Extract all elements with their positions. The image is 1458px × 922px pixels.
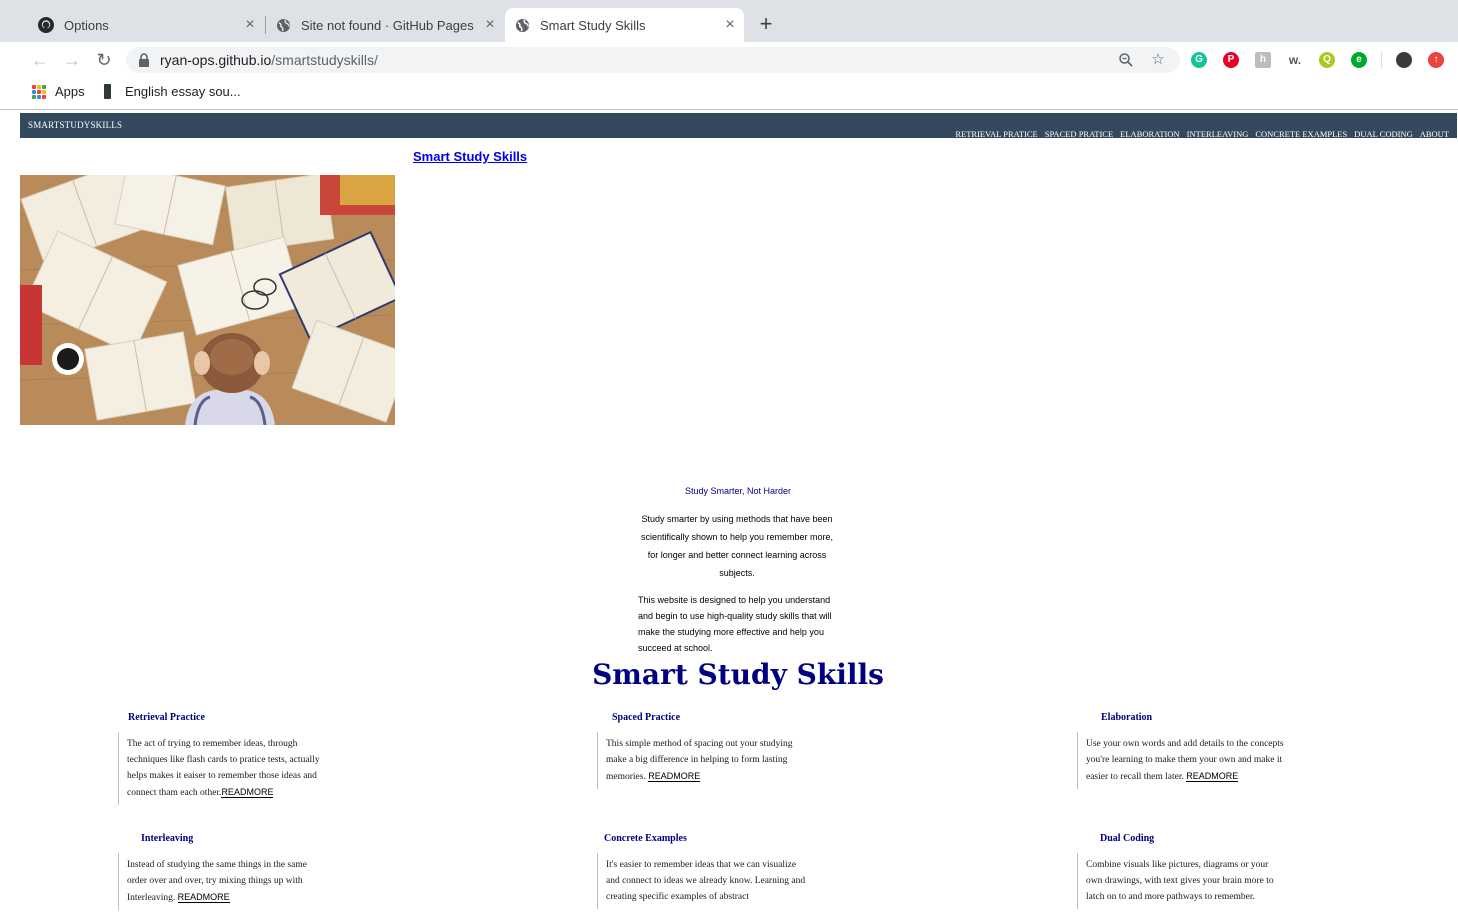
nav-interleaving[interactable]: INTERLEAVING bbox=[1187, 129, 1249, 139]
readmore-link[interactable]: READMORE bbox=[177, 892, 230, 903]
bookmark-favicon bbox=[104, 84, 111, 99]
toolbar-divider bbox=[1381, 52, 1382, 68]
grammarly-icon[interactable]: G bbox=[1191, 52, 1207, 68]
tab-title: Site not found · GitHub Pages bbox=[301, 17, 474, 33]
close-icon[interactable]: × bbox=[722, 17, 738, 33]
card-body: The act of trying to remember ideas, thr… bbox=[118, 732, 328, 805]
nav-retrieval-practice[interactable]: RETRIEVAL PRATICE bbox=[955, 129, 1037, 139]
apps-grid-icon bbox=[32, 84, 46, 99]
url-text: ryan-ops.github.io/smartstudyskills/ bbox=[160, 52, 378, 68]
reload-button[interactable]: ↻ bbox=[94, 50, 114, 70]
evernote-icon[interactable]: e bbox=[1351, 52, 1367, 68]
bookmarks-bar: Apps English essay sou... bbox=[0, 78, 1458, 110]
tab-title: Options bbox=[64, 17, 109, 33]
site-brand[interactable]: SMARTSTUDYSKILLS bbox=[28, 120, 122, 130]
card-body: Instead of studying the same things in t… bbox=[118, 853, 328, 910]
hypothesis-icon[interactable]: h bbox=[1255, 52, 1271, 68]
card-body: This simple method of spacing out your s… bbox=[597, 732, 807, 789]
card-text: It's easier to remember ideas that we ca… bbox=[606, 860, 806, 902]
card-title: Interleaving bbox=[141, 833, 194, 844]
profile-avatar[interactable] bbox=[1396, 52, 1412, 68]
nav-concrete-examples[interactable]: CONCRETE EXAMPLES bbox=[1255, 129, 1347, 139]
nav-about[interactable]: ABOUT bbox=[1420, 129, 1449, 139]
pinterest-icon[interactable]: P bbox=[1223, 52, 1239, 68]
tagline: Study Smarter, Not Harder bbox=[684, 486, 792, 496]
bookmark-label: Apps bbox=[55, 84, 85, 99]
close-icon[interactable]: × bbox=[482, 17, 498, 33]
globe-icon bbox=[515, 18, 530, 33]
nav-dual-coding[interactable]: DUAL CODING bbox=[1354, 129, 1412, 139]
site-navbar: SMARTSTUDYSKILLS RETRIEVAL PRATICE SPACE… bbox=[20, 113, 1457, 139]
globe-icon bbox=[276, 18, 291, 33]
page-title: Smart Study Skills bbox=[592, 658, 884, 691]
bookmark-english-essay[interactable]: English essay sou... bbox=[104, 84, 241, 99]
card-title: Elaboration bbox=[1101, 712, 1153, 723]
new-tab-button[interactable]: + bbox=[754, 12, 778, 36]
nav-elaboration[interactable]: ELABORATION bbox=[1120, 129, 1180, 139]
forward-button[interactable]: → bbox=[62, 50, 82, 70]
hero-link[interactable]: Smart Study Skills bbox=[413, 149, 527, 164]
address-bar[interactable]: ryan-ops.github.io/smartstudyskills/ ☆ bbox=[126, 47, 1180, 73]
card-title: Concrete Examples bbox=[604, 833, 687, 844]
url-path: /smartstudyskills/ bbox=[271, 52, 378, 68]
tab-smart-study-skills[interactable]: Smart Study Skills × bbox=[505, 8, 744, 42]
back-button[interactable]: ← bbox=[30, 50, 50, 70]
bookmark-label: English essay sou... bbox=[125, 84, 241, 99]
card-body: Use your own words and add details to th… bbox=[1077, 732, 1287, 789]
upload-icon[interactable]: ↑ bbox=[1428, 52, 1444, 68]
wikiwand-icon[interactable]: w. bbox=[1287, 52, 1303, 68]
card-text: Combine visuals like pictures, diagrams … bbox=[1086, 860, 1274, 902]
lock-icon bbox=[138, 53, 150, 67]
readmore-link[interactable]: READMORE bbox=[221, 787, 274, 798]
bookmark-apps[interactable]: Apps bbox=[32, 84, 85, 99]
bookmark-star-icon[interactable]: ☆ bbox=[1150, 52, 1166, 68]
tab-strip: Options × Site not found · GitHub Pages … bbox=[0, 0, 1458, 42]
card-body: It's easier to remember ideas that we ca… bbox=[597, 853, 807, 909]
card-title: Retrieval Practice bbox=[128, 712, 205, 723]
card-title: Dual Coding bbox=[1100, 833, 1155, 844]
url-host: ryan-ops.github.io bbox=[160, 52, 272, 68]
tab-site-not-found[interactable]: Site not found · GitHub Pages × bbox=[266, 8, 504, 42]
card-body: Combine visuals like pictures, diagrams … bbox=[1077, 853, 1287, 909]
site-nav: RETRIEVAL PRATICE SPACED PRATICE ELABORA… bbox=[955, 129, 1449, 139]
hero-image bbox=[20, 175, 395, 425]
tab-options[interactable]: Options × bbox=[28, 8, 264, 42]
intro-paragraph-2: This website is designed to help you und… bbox=[638, 595, 832, 653]
nav-spaced-practice[interactable]: SPACED PRATICE bbox=[1045, 129, 1113, 139]
intro-paragraph: Study smarter by using methods that have… bbox=[640, 514, 834, 578]
close-icon[interactable]: × bbox=[242, 17, 258, 33]
card-title: Spaced Practice bbox=[612, 712, 681, 723]
readmore-link[interactable]: READMORE bbox=[1186, 771, 1239, 782]
browser-toolbar: ← → ↻ ryan-ops.github.io/smartstudyskill… bbox=[0, 42, 1458, 78]
quip-icon[interactable]: Q bbox=[1319, 52, 1335, 68]
github-icon bbox=[38, 17, 54, 33]
tab-title: Smart Study Skills bbox=[540, 17, 646, 33]
readmore-link[interactable]: READMORE bbox=[648, 771, 701, 782]
card-text: Use your own words and add details to th… bbox=[1086, 739, 1284, 782]
zoom-icon[interactable] bbox=[1118, 52, 1134, 68]
